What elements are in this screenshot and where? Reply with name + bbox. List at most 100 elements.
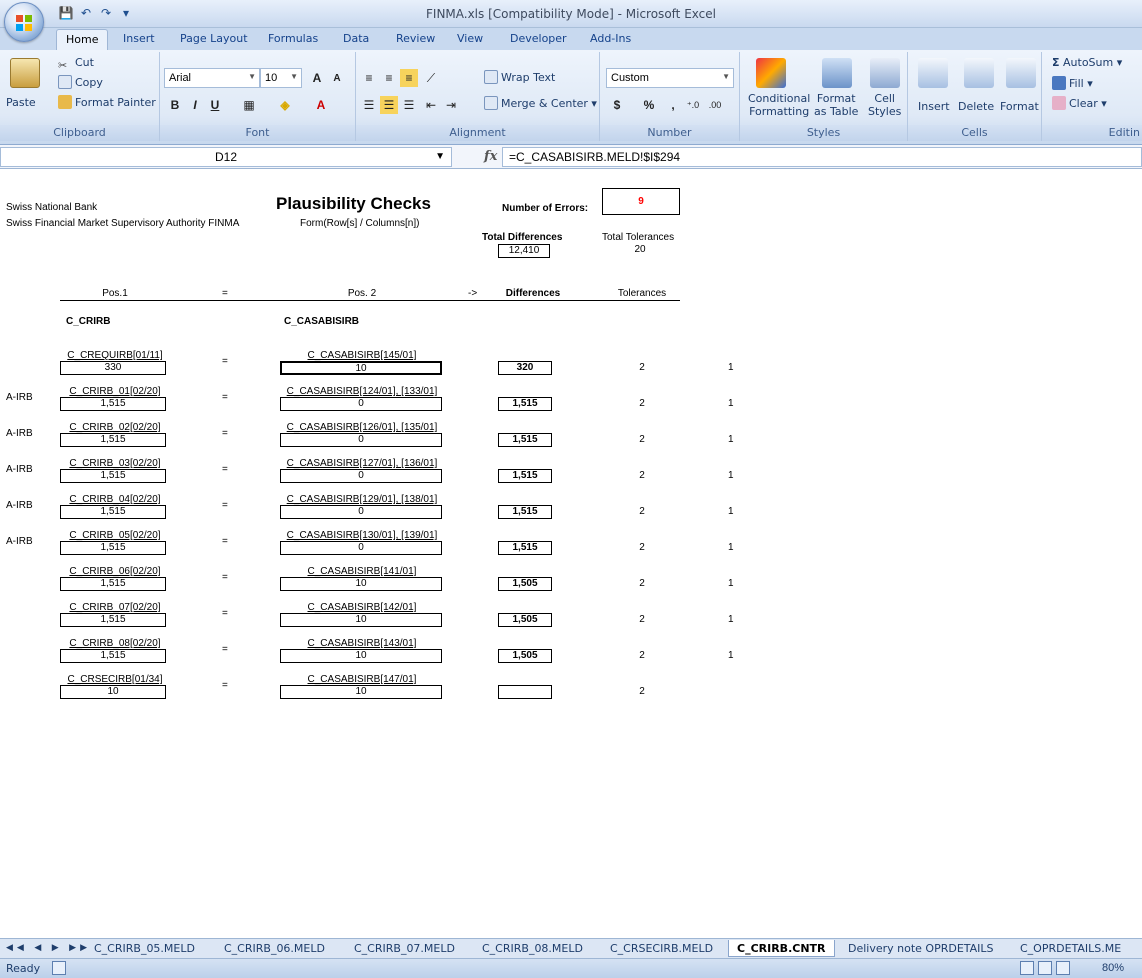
sheet-tab[interactable]: C_OPRDETAILS.ME (1012, 940, 1129, 957)
decrease-decimal-icon[interactable]: .00 (706, 96, 724, 114)
borders-icon[interactable]: ▦ (240, 96, 258, 114)
row-pos2-value[interactable]: 10 (280, 577, 442, 591)
format-cells-button[interactable]: Format (1000, 100, 1039, 113)
total-differences-value[interactable]: 12,410 (498, 244, 550, 258)
insert-cells-button[interactable]: Insert (918, 100, 950, 113)
row-pos2-value[interactable]: 10 (280, 613, 442, 627)
page-break-view-icon[interactable] (1056, 961, 1070, 975)
name-box[interactable]: D12 ▼ (0, 147, 452, 167)
row-difference[interactable] (498, 685, 552, 699)
bold-icon[interactable]: B (166, 96, 184, 114)
paste-button[interactable]: Paste (6, 96, 36, 109)
align-right-icon[interactable]: ☰ (400, 96, 418, 114)
copy-button[interactable]: Copy (58, 75, 103, 89)
worksheet-grid[interactable]: Swiss National Bank Swiss Financial Mark… (0, 170, 1142, 938)
row-difference[interactable]: 1,515 (498, 505, 552, 519)
row-difference[interactable]: 1,505 (498, 613, 552, 627)
grow-font-icon[interactable]: A (308, 69, 326, 87)
tab-add-ins[interactable]: Add-Ins (590, 32, 631, 45)
align-center-icon[interactable]: ☰ (380, 96, 398, 114)
sheet-tab[interactable]: C_CRSECIRB.MELD (602, 940, 721, 957)
sheet-navigation-icon[interactable]: ◀◀ ◀ ▶ ▶▶ (6, 942, 91, 953)
currency-icon[interactable]: $ (608, 96, 626, 114)
font-size-combo[interactable]: 10 ▼ (260, 68, 302, 88)
format-cells-icon[interactable] (1006, 58, 1036, 88)
align-bottom-icon[interactable]: ≡ (400, 69, 418, 87)
tab-developer[interactable]: Developer (510, 32, 567, 45)
italic-icon[interactable]: I (186, 96, 204, 114)
row-pos2-value[interactable]: 10 (280, 685, 442, 699)
row-pos1-value[interactable]: 1,515 (60, 397, 166, 411)
underline-icon[interactable]: U (206, 96, 224, 114)
sheet-tab-active[interactable]: C_CRIRB.CNTR (728, 940, 835, 957)
row-pos1-value[interactable]: 1,515 (60, 469, 166, 483)
row-difference[interactable]: 1,515 (498, 433, 552, 447)
format-as-table-icon[interactable] (822, 58, 852, 88)
row-difference[interactable]: 1,505 (498, 649, 552, 663)
sheet-tab[interactable]: C_CRIRB_05.MELD (86, 940, 203, 957)
macro-record-icon[interactable] (52, 961, 66, 975)
tab-page-layout[interactable]: Page Layout (180, 32, 248, 45)
errors-value[interactable]: 9 (602, 188, 680, 215)
fill-color-icon[interactable]: ◈ (276, 96, 294, 114)
wrap-text-button[interactable]: Wrap Text (484, 70, 555, 84)
align-top-icon[interactable]: ≡ (360, 69, 378, 87)
formula-input[interactable]: =C_CASABISIRB.MELD!$I$294 (502, 147, 1142, 167)
sheet-tab[interactable]: Delivery note OPRDETAILS (840, 940, 1002, 957)
sheet-tab[interactable]: C_CRIRB_06.MELD (216, 940, 333, 957)
row-difference[interactable]: 1,515 (498, 397, 552, 411)
row-pos1-value[interactable]: 330 (60, 361, 166, 375)
align-left-icon[interactable]: ☰ (360, 96, 378, 114)
row-pos1-value[interactable]: 1,515 (60, 613, 166, 627)
tab-formulas[interactable]: Formulas (268, 32, 318, 45)
zoom-level[interactable]: 80% (1102, 962, 1124, 974)
row-pos1-value[interactable]: 1,515 (60, 649, 166, 663)
format-as-table-button[interactable]: Format as Table (814, 92, 858, 118)
row-difference[interactable]: 1,515 (498, 541, 552, 555)
row-pos2-value[interactable]: 0 (280, 505, 442, 519)
tab-view[interactable]: View (457, 32, 483, 45)
align-middle-icon[interactable]: ≡ (380, 69, 398, 87)
paste-icon[interactable] (10, 58, 40, 88)
sheet-tab[interactable]: C_CRIRB_08.MELD (474, 940, 591, 957)
percent-icon[interactable]: % (640, 96, 658, 114)
cell-styles-icon[interactable] (870, 58, 900, 88)
number-format-combo[interactable]: Custom ▼ (606, 68, 734, 88)
insert-function-icon[interactable]: fx (484, 149, 497, 164)
font-color-icon[interactable]: A (312, 96, 330, 114)
tab-review[interactable]: Review (396, 32, 435, 45)
merge-center-button[interactable]: Merge & Center ▾ (484, 96, 597, 110)
row-pos2-value[interactable]: 0 (280, 469, 442, 483)
row-pos1-value[interactable]: 1,515 (60, 541, 166, 555)
conditional-formatting-button[interactable]: Conditional Formatting (748, 92, 810, 118)
increase-indent-icon[interactable]: ⇥ (442, 96, 460, 114)
insert-cells-icon[interactable] (918, 58, 948, 88)
comma-icon[interactable]: , (664, 96, 682, 114)
row-pos2-value[interactable]: 0 (280, 397, 442, 411)
cell-styles-button[interactable]: Cell Styles (868, 92, 901, 118)
shrink-font-icon[interactable]: A (328, 70, 346, 88)
increase-decimal-icon[interactable]: ⁺.0 (684, 96, 702, 114)
row-pos1-value[interactable]: 1,515 (60, 433, 166, 447)
row-pos2-value[interactable]: 10 (280, 649, 442, 663)
conditional-formatting-icon[interactable] (756, 58, 786, 88)
autosum-button[interactable]: Σ AutoSum ▾ (1052, 56, 1122, 69)
tab-data[interactable]: Data (343, 32, 369, 45)
row-pos2-value[interactable]: 0 (280, 433, 442, 447)
cut-button[interactable]: ✂ Cut (58, 56, 94, 73)
tab-home[interactable]: Home (56, 29, 109, 51)
delete-cells-icon[interactable] (964, 58, 994, 88)
clear-button[interactable]: Clear ▾ (1052, 96, 1107, 110)
normal-view-icon[interactable] (1020, 961, 1034, 975)
format-painter-button[interactable]: Format Painter (58, 95, 156, 109)
row-pos1-value[interactable]: 1,515 (60, 577, 166, 591)
sheet-tab[interactable]: C_CRIRB_07.MELD (346, 940, 463, 957)
row-difference[interactable]: 1,515 (498, 469, 552, 483)
orientation-icon[interactable]: ⟋ (422, 69, 440, 87)
page-layout-view-icon[interactable] (1038, 961, 1052, 975)
decrease-indent-icon[interactable]: ⇤ (422, 96, 440, 114)
row-pos1-value[interactable]: 1,515 (60, 505, 166, 519)
office-button[interactable] (4, 2, 44, 42)
row-pos2-value[interactable]: 0 (280, 541, 442, 555)
row-pos2-value[interactable]: 10 (280, 361, 442, 375)
